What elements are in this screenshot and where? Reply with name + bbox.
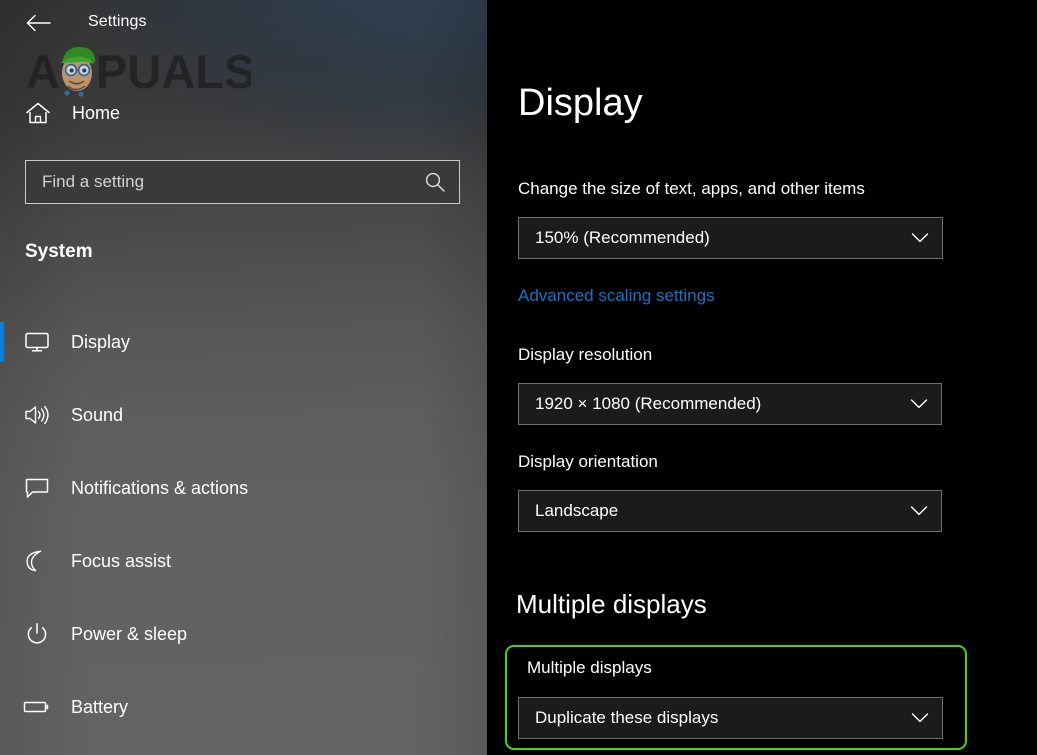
settings-sidebar: Settings A PUALS Home Find a setting Sys… [0, 0, 487, 755]
sidebar-item-sound[interactable]: Sound [0, 393, 487, 437]
window-title: Settings [88, 13, 147, 30]
multiple-displays-heading: Multiple displays [516, 589, 707, 619]
sidebar-item-home[interactable]: Home [0, 93, 300, 133]
chevron-down-icon [899, 384, 939, 424]
orientation-label: Display orientation [518, 452, 658, 471]
sidebar-item-label: Notifications & actions [71, 477, 249, 498]
watermark-text-2: PUALS [96, 45, 251, 98]
back-arrow-icon [26, 14, 51, 32]
sidebar-item-power-sleep[interactable]: Power & sleep [0, 612, 487, 656]
speaker-icon [22, 400, 52, 430]
orientation-value: Landscape [535, 501, 619, 520]
sidebar-item-label: Sound [71, 404, 124, 425]
home-label: Home [72, 102, 121, 123]
home-icon [24, 99, 52, 127]
highlight-annotation [505, 645, 967, 750]
orientation-dropdown[interactable]: Landscape [518, 490, 942, 532]
sidebar-item-display[interactable]: Display [0, 320, 487, 364]
scale-label: Change the size of text, apps, and other… [518, 179, 865, 198]
sidebar-item-label: Display [71, 331, 131, 352]
selection-indicator [0, 322, 4, 362]
chevron-down-icon [900, 218, 940, 258]
search-box[interactable] [25, 160, 460, 204]
resolution-label: Display resolution [518, 345, 653, 364]
power-icon [22, 619, 52, 649]
sidebar-item-label: Focus assist [71, 550, 172, 571]
sidebar-section-title: System [25, 241, 93, 262]
sidebar-item-focus-assist[interactable]: Focus assist [0, 539, 487, 583]
battery-icon [22, 692, 52, 722]
sidebar-nav-list: Display Sound Notifications & actions Fo… [0, 320, 487, 729]
moon-icon [22, 546, 52, 576]
back-button[interactable] [20, 4, 58, 42]
chevron-down-icon [899, 491, 939, 531]
advanced-scaling-settings-link[interactable]: Advanced scaling settings [518, 286, 715, 306]
resolution-value: 1920 × 1080 (Recommended) [535, 394, 762, 413]
page-title: Display [518, 82, 643, 124]
search-input[interactable] [26, 172, 415, 192]
settings-window: Settings A PUALS Home Find a setting Sys… [0, 0, 1037, 755]
sidebar-item-notifications-actions[interactable]: Notifications & actions [0, 466, 487, 510]
appuals-watermark: A PUALS [26, 45, 251, 98]
watermark-text: A [26, 45, 60, 98]
sidebar-item-battery[interactable]: Battery [0, 685, 487, 729]
appuals-mascot-icon [61, 47, 96, 97]
display-settings-pane: Display Change the size of text, apps, a… [487, 0, 1037, 755]
scale-value: 150% (Recommended) [535, 228, 710, 247]
resolution-dropdown[interactable]: 1920 × 1080 (Recommended) [518, 383, 942, 425]
sidebar-item-label: Battery [71, 696, 129, 717]
monitor-icon [22, 327, 52, 357]
sidebar-item-label: Power & sleep [71, 623, 188, 644]
title-bar: Settings [0, 0, 487, 46]
chat-bubble-icon [22, 473, 52, 503]
scale-dropdown[interactable]: 150% (Recommended) [518, 217, 943, 259]
search-icon[interactable] [415, 161, 455, 203]
